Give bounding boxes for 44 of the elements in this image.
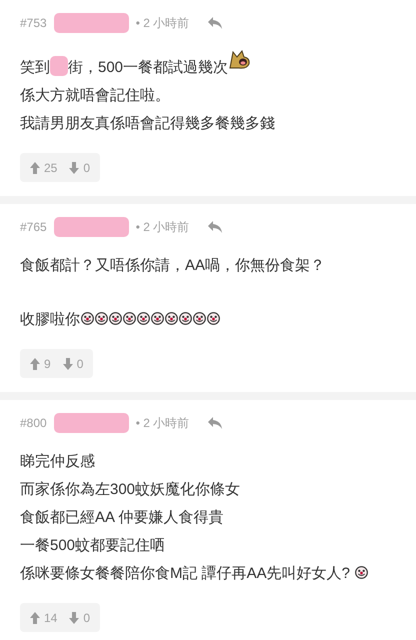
upvote-button[interactable]: 25	[30, 158, 58, 176]
down-arrow-icon	[69, 162, 80, 174]
downvote-button[interactable]: 0	[69, 158, 90, 176]
clown-face-icon	[164, 312, 178, 325]
comment-text: 收膠啦你	[20, 311, 80, 328]
up-arrow-icon	[30, 612, 40, 624]
downvote-button[interactable]: 0	[62, 354, 84, 372]
clown-face-icon	[80, 312, 94, 325]
clown-face-icon	[108, 312, 122, 325]
comment-text: 係咪要條女餐餐陪你食M記 譚仔再AA先叫好女人?	[20, 565, 352, 582]
clown-face-icon	[192, 312, 206, 325]
comment-text: 睇完仲反感	[20, 453, 95, 470]
downvote-button[interactable]: 0	[69, 608, 90, 626]
comment-text: 一餐500蚊都要記住哂	[20, 537, 166, 554]
clown-face-icon	[354, 566, 368, 579]
reply-icon[interactable]	[207, 416, 224, 430]
post-number: #765	[20, 219, 47, 236]
comment-text: 我請男朋友真係唔會記得幾多餐幾多錢	[20, 115, 275, 132]
reply-icon[interactable]	[207, 220, 224, 234]
upvote-button[interactable]: 14	[30, 608, 58, 626]
reply-icon[interactable]	[207, 16, 224, 30]
clown-face-icon	[206, 312, 220, 325]
clown-face-icon	[150, 312, 164, 325]
comment-text: 而家係你為左300蚊妖魔化你條女	[20, 481, 240, 498]
clown-face-icon	[122, 312, 136, 325]
post-number: #800	[20, 415, 47, 432]
up-arrow-icon	[30, 358, 40, 370]
comment-text: 笑到	[20, 59, 50, 76]
comment-text: 食飯都已經AA 仲要嫌人食得貴	[20, 509, 224, 526]
clown-face-icon	[178, 312, 192, 325]
clown-face-icon	[94, 312, 108, 325]
down-arrow-icon	[62, 358, 73, 370]
post-time: • 2 小時前	[136, 15, 190, 32]
redaction-block	[50, 56, 68, 76]
up-arrow-icon	[30, 162, 40, 174]
comment-text: 係大方就唔會記住啦。	[20, 87, 170, 104]
comment-text: 街，500一餐都試過幾次	[68, 59, 228, 76]
post-time: • 2 小時前	[136, 415, 190, 432]
upvote-button[interactable]: 9	[30, 354, 51, 372]
post-time: • 2 小時前	[136, 219, 190, 236]
comment-text: 食飯都計？又唔係你請，AA喎，你無份食架？	[20, 257, 326, 274]
clown-face-icon	[136, 312, 150, 325]
post-number: #753	[20, 15, 47, 32]
down-arrow-icon	[69, 612, 80, 624]
